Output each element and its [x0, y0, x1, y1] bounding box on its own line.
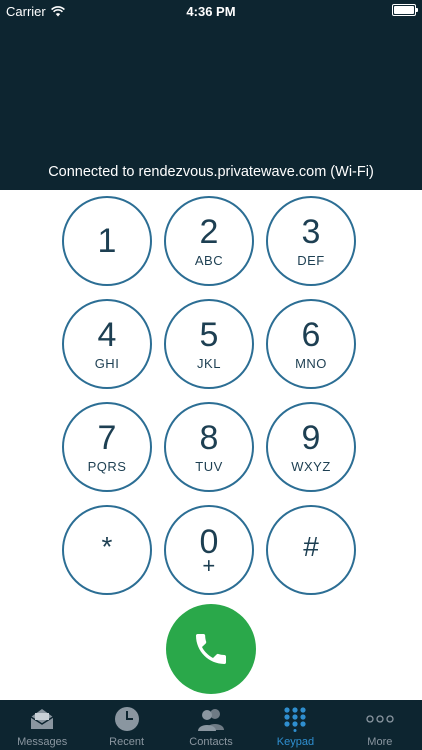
key-6[interactable]: 6 MNO: [266, 299, 356, 389]
keypad: 1 2 ABC 3 DEF 4 GHI 5 JKL 6 MNO 7 PQRS 8…: [62, 196, 360, 595]
key-digit: 4: [97, 315, 117, 354]
key-star[interactable]: *: [62, 505, 152, 595]
status-right: [392, 4, 418, 16]
key-letters: PQRS: [87, 458, 127, 474]
connection-status: Connected to rendezvous.privatewave.com …: [48, 164, 374, 180]
key-digit: 6: [301, 315, 321, 354]
key-3[interactable]: 3 DEF: [266, 196, 356, 286]
key-4[interactable]: 4 GHI: [62, 299, 152, 389]
tab-messages[interactable]: Messages: [0, 700, 84, 750]
key-2[interactable]: 2 ABC: [164, 196, 254, 286]
clock-time: 4:36 PM: [186, 4, 236, 19]
tab-recent[interactable]: Recent: [84, 700, 168, 750]
phone-icon: [196, 634, 226, 664]
key-7[interactable]: 7 PQRS: [62, 402, 152, 492]
key-letters: GHI: [94, 355, 120, 371]
key-digit: 1: [97, 222, 117, 260]
key-digit: 8: [199, 418, 219, 457]
key-8[interactable]: 8 TUV: [164, 402, 254, 492]
clock-icon: [114, 707, 139, 731]
call-button[interactable]: [166, 604, 256, 694]
key-letters: MNO: [295, 355, 327, 371]
key-digit: 9: [301, 418, 321, 457]
battery-icon: [392, 4, 418, 16]
key-letters: ABC: [194, 252, 224, 268]
key-digit: *: [101, 531, 113, 562]
envelope-icon: [30, 709, 54, 729]
status-bar: Carrier 4:36 PM: [0, 0, 422, 24]
key-digit: #: [303, 531, 319, 562]
key-letters: JKL: [197, 355, 221, 371]
key-digit: 3: [301, 212, 321, 251]
keypad-icon: [284, 707, 307, 732]
key-letters: TUV: [195, 458, 223, 474]
tab-contacts[interactable]: Contacts: [169, 700, 253, 750]
tab-bar: Messages Recent Contacts Keypad More: [0, 700, 422, 750]
key-letters: DEF: [297, 252, 325, 268]
key-1[interactable]: 1: [62, 196, 152, 286]
key-5[interactable]: 5 JKL: [164, 299, 254, 389]
tab-label: More: [367, 736, 393, 748]
contacts-icon: [198, 709, 225, 731]
key-letters: WXYZ: [291, 458, 331, 474]
key-digit: 2: [199, 212, 219, 251]
key-digit: 7: [97, 418, 117, 457]
key-9[interactable]: 9 WXYZ: [266, 402, 356, 492]
tab-label: Keypad: [276, 736, 315, 748]
tab-label: Messages: [17, 736, 68, 748]
header-panel: Carrier 4:36 PM Connected to rendezvous.…: [0, 0, 422, 190]
tab-label: Recent: [109, 736, 145, 748]
key-0[interactable]: 0 +: [164, 505, 254, 595]
tab-keypad[interactable]: Keypad: [253, 700, 337, 750]
key-digit: 5: [199, 315, 219, 354]
key-hash[interactable]: #: [266, 505, 356, 595]
key-letters: +: [202, 553, 216, 578]
tab-more[interactable]: More: [338, 700, 422, 750]
more-icon: [366, 715, 394, 723]
tab-label: Contacts: [189, 736, 233, 748]
